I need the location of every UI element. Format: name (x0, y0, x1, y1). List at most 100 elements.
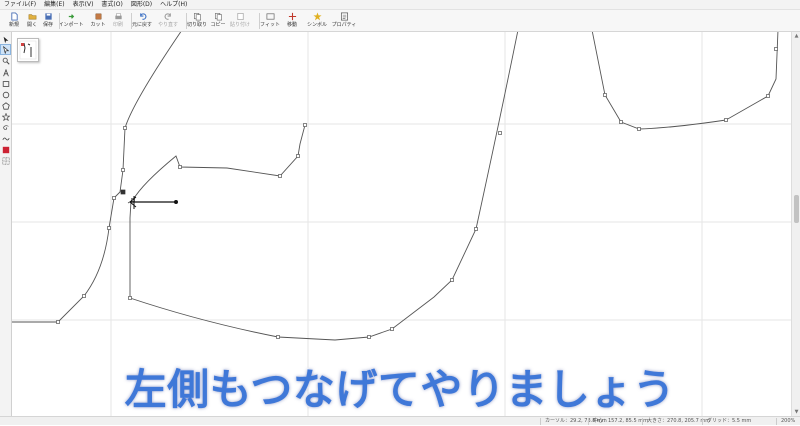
print-icon (114, 12, 123, 21)
anchor-node (278, 174, 282, 178)
anchor-node (296, 154, 300, 158)
rectangle-tool-icon[interactable] (1, 79, 10, 88)
toolbar-separator (186, 13, 187, 29)
toolbar-button-label: 元に戻す (132, 22, 153, 28)
paste-icon (236, 12, 245, 21)
anchor-node (367, 335, 371, 339)
anchor-node (774, 47, 778, 51)
menu-view[interactable]: 表示(V) (73, 0, 94, 10)
properties-icon (340, 12, 349, 21)
new-file-icon (10, 12, 19, 21)
page-thumbnail[interactable] (17, 38, 39, 62)
toolbar-button-print[interactable]: 印刷 (108, 11, 128, 31)
toolbar-button-undo[interactable]: 元に戻す (132, 11, 152, 31)
instruction-caption: 左側もつなげてやりましょう (123, 363, 676, 415)
toolbar-button-scissors[interactable]: 切り取り (187, 11, 207, 31)
arrow-select-icon[interactable] (1, 35, 10, 44)
toolbar-button-label: 移動 (286, 22, 297, 28)
selected-anchor-node (120, 189, 126, 195)
menu-bar: ファイル(F) 編集(E) 表示(V) 書式(O) 図形(D) ヘルプ(H) (0, 0, 800, 10)
toolbar-button-label: コピー (210, 22, 226, 28)
toolbar-button-label: 貼り付け (230, 22, 251, 28)
outline-segment-4 (129, 32, 519, 341)
redo-icon (164, 12, 173, 21)
outline-segment-1 (12, 32, 182, 323)
anchor-node (128, 296, 132, 300)
anchor-node (56, 320, 60, 324)
spiral-tool-icon[interactable] (1, 123, 10, 132)
anchor-nodes (56, 47, 778, 339)
polygon-tool-icon[interactable] (1, 101, 10, 110)
outline-segment-3 (129, 200, 132, 298)
star-tool-icon[interactable] (1, 112, 10, 121)
toolbar-button-save[interactable]: 保存 (38, 11, 58, 31)
toolbar-button-star[interactable]: シンボル (307, 11, 327, 31)
toolbar-button-label: インポート (58, 22, 84, 28)
bezier-handle (129, 196, 178, 209)
toolbar-button-label: 切り取り (187, 22, 208, 28)
scroll-up-arrow-icon[interactable]: ▲ (792, 32, 800, 40)
handle-point (174, 200, 178, 204)
star-icon (312, 12, 322, 21)
anchor-node (498, 131, 502, 135)
anchor-node (112, 196, 116, 200)
anchor-node (724, 118, 728, 122)
anchor-node (450, 278, 454, 282)
copy-icon (214, 12, 223, 21)
glyph-outline (12, 32, 779, 341)
freehand-tool-icon[interactable] (1, 134, 10, 143)
anchor-node (619, 120, 623, 124)
toolbar-button-fit[interactable]: フィット (260, 11, 280, 31)
move-icon (288, 12, 297, 21)
menu-help[interactable]: ヘルプ(H) (160, 0, 187, 10)
scissors-icon (193, 12, 202, 21)
outline-segment-5 (591, 32, 779, 130)
menu-edit[interactable]: 編集(E) (44, 0, 64, 10)
menu-file[interactable]: ファイル(F) (4, 0, 36, 10)
anchor-node (303, 123, 307, 127)
toolbar-button-properties[interactable]: プロパティ (331, 11, 357, 31)
toolbar-button-label: 印刷 (112, 22, 123, 28)
toolbar-button-label: フィット (260, 22, 280, 28)
node-edit-icon[interactable] (0, 44, 11, 55)
toolbar-button-label: シンボル (307, 22, 328, 28)
toolbar-separator (131, 13, 132, 29)
toolbar-button-copy[interactable]: コピー (208, 11, 228, 31)
anchor-node (603, 93, 607, 97)
anchor-node (390, 327, 394, 331)
anchor-node (178, 165, 182, 169)
cut-icon (94, 12, 103, 21)
anchor-node (121, 168, 125, 172)
anchor-node (123, 126, 127, 130)
ellipse-tool-icon[interactable] (1, 90, 10, 99)
anchor-node (474, 227, 478, 231)
import-icon (67, 12, 76, 21)
toolbar-button-move[interactable]: 移動 (282, 11, 302, 31)
anchor-node (276, 335, 280, 339)
toolbar-button-label: 保存 (42, 22, 53, 28)
toolbar-button-paste[interactable]: 貼り付け (230, 11, 250, 31)
toolbar-button-label: やり直す (158, 22, 179, 28)
color-fill-icon[interactable] (1, 145, 10, 154)
toolbar: 新規 開く 保存 インポート カット 印刷 元に戻す やり直す 切り取り コピー 貼り付け フィット移… (0, 10, 800, 32)
anchor-node (82, 294, 86, 298)
toolbar-separator (259, 13, 260, 29)
toolbar-button-label: 新規 (8, 22, 19, 28)
anchor-node (766, 94, 770, 98)
toolbar-button-label: プロパティ (331, 22, 357, 28)
save-icon (44, 12, 53, 21)
anchor-node (637, 127, 641, 131)
zoom-icon[interactable] (1, 56, 10, 65)
menu-format[interactable]: 書式(O) (101, 0, 122, 10)
toolbar-button-label: カット (90, 22, 106, 28)
scroll-thumb[interactable] (794, 195, 799, 223)
open-folder-icon (28, 12, 37, 21)
toolbar-button-label: 開く (26, 22, 37, 28)
grid-icon[interactable] (1, 156, 10, 165)
menu-shape[interactable]: 図形(D) (131, 0, 152, 10)
toolbar-button-cut[interactable]: カット (88, 11, 108, 31)
toolbar-button-import[interactable]: インポート (58, 11, 84, 31)
toolbar-button-new-file[interactable]: 新規 (4, 11, 24, 31)
toolbar-button-redo[interactable]: やり直す (158, 11, 178, 31)
text-tool-icon[interactable] (1, 68, 10, 77)
